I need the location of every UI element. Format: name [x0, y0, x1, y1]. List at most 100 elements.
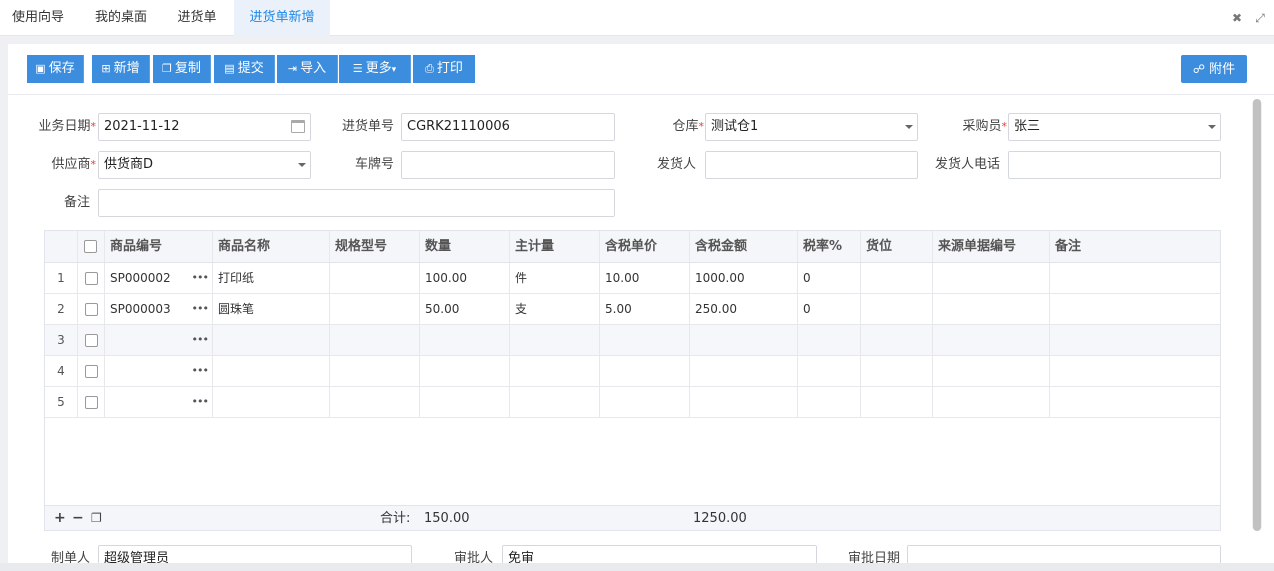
remove-row-icon[interactable]: − [72, 506, 84, 531]
cell-unit[interactable] [510, 387, 600, 418]
select-all-checkbox[interactable] [78, 231, 105, 263]
cell-tax[interactable]: 0 [798, 263, 861, 294]
row-checkbox-cell[interactable] [78, 294, 105, 325]
col-tax[interactable]: 税率% [798, 231, 861, 263]
row-checkbox[interactable] [85, 396, 98, 409]
tab-desktop[interactable]: 我的桌面 [80, 0, 162, 36]
shipper-phone-input[interactable] [1008, 151, 1221, 179]
print-button[interactable]: ⎙ 打印 [413, 55, 475, 83]
col-remark[interactable]: 备注 [1050, 231, 1220, 263]
calendar-icon[interactable] [291, 120, 305, 133]
cell-remark[interactable] [1050, 387, 1220, 418]
cell-location[interactable] [861, 294, 933, 325]
cell-unit[interactable] [510, 356, 600, 387]
close-tab-icon[interactable]: ✖ [1231, 12, 1243, 24]
cell-price[interactable]: 5.00 [600, 294, 690, 325]
row-checkbox-cell[interactable] [78, 356, 105, 387]
buyer-select[interactable]: 张三 [1008, 113, 1221, 141]
fullscreen-icon[interactable]: ⤢ [1254, 12, 1266, 24]
col-name[interactable]: 商品名称 [213, 231, 330, 263]
cell-amount[interactable]: 1000.00 [690, 263, 798, 294]
biz-date-input[interactable]: 2021-11-12 [98, 113, 311, 141]
col-unit[interactable]: 主计量 [510, 231, 600, 263]
cell-spec[interactable] [330, 356, 420, 387]
cell-code[interactable]: SP000002 ••• [105, 263, 213, 294]
col-amount[interactable]: 含税金额 [690, 231, 798, 263]
save-button[interactable]: ▣ 保存 [27, 55, 84, 83]
lookup-ellipsis-icon[interactable]: ••• [192, 387, 209, 417]
lookup-ellipsis-icon[interactable]: ••• [192, 263, 209, 293]
shipper-input[interactable] [705, 151, 918, 179]
submit-button[interactable]: ▤ 提交 [214, 55, 275, 83]
attachment-button[interactable]: ☍ 附件 [1181, 55, 1247, 83]
row-checkbox-cell[interactable] [78, 387, 105, 418]
cell-source[interactable] [933, 294, 1050, 325]
import-button[interactable]: ⇥ 导入 [277, 55, 338, 83]
tab-purchase-list[interactable]: 进货单 [166, 0, 228, 36]
cell-remark[interactable] [1050, 356, 1220, 387]
vertical-scrollbar[interactable] [1252, 99, 1262, 531]
lookup-ellipsis-icon[interactable]: ••• [192, 294, 209, 324]
col-location[interactable]: 货位 [861, 231, 933, 263]
row-checkbox[interactable] [85, 334, 98, 347]
cell-source[interactable] [933, 325, 1050, 356]
cell-price[interactable]: 10.00 [600, 263, 690, 294]
col-price[interactable]: 含税单价 [600, 231, 690, 263]
col-code[interactable]: 商品编号 [105, 231, 213, 263]
tab-guide[interactable]: 使用向导 [0, 0, 76, 36]
supplier-select[interactable]: 供货商D [98, 151, 311, 179]
cell-location[interactable] [861, 325, 933, 356]
tab-purchase-new[interactable]: 进货单新增 [234, 0, 330, 36]
cell-location[interactable] [861, 387, 933, 418]
more-dropdown-button[interactable]: ☰ 更多▾ [339, 55, 411, 83]
cell-unit[interactable] [510, 325, 600, 356]
cell-spec[interactable] [330, 325, 420, 356]
cell-location[interactable] [861, 356, 933, 387]
lookup-ellipsis-icon[interactable]: ••• [192, 325, 209, 355]
cell-location[interactable] [861, 263, 933, 294]
row-checkbox[interactable] [85, 272, 98, 285]
col-qty[interactable]: 数量 [420, 231, 510, 263]
cell-tax[interactable] [798, 356, 861, 387]
cell-source[interactable] [933, 356, 1050, 387]
cell-amount[interactable] [690, 387, 798, 418]
warehouse-select[interactable]: 测试仓1 [705, 113, 918, 141]
cell-tax[interactable] [798, 387, 861, 418]
lookup-ellipsis-icon[interactable]: ••• [192, 356, 209, 386]
remark-input[interactable] [98, 189, 615, 217]
cell-remark[interactable] [1050, 294, 1220, 325]
add-button[interactable]: ⊞ 新增 [92, 55, 150, 83]
cell-qty[interactable] [420, 325, 510, 356]
cell-spec[interactable] [330, 387, 420, 418]
cell-remark[interactable] [1050, 263, 1220, 294]
plate-input[interactable] [401, 151, 615, 179]
cell-code[interactable]: ••• [105, 325, 213, 356]
cell-spec[interactable] [330, 294, 420, 325]
cell-qty[interactable]: 100.00 [420, 263, 510, 294]
row-checkbox-cell[interactable] [78, 325, 105, 356]
cell-source[interactable] [933, 263, 1050, 294]
cell-code[interactable]: SP000003 ••• [105, 294, 213, 325]
cell-qty[interactable] [420, 356, 510, 387]
col-source[interactable]: 来源单据编号 [933, 231, 1050, 263]
add-row-icon[interactable]: + [54, 506, 66, 531]
cell-unit[interactable]: 支 [510, 294, 600, 325]
cell-name[interactable] [213, 356, 330, 387]
scrollbar-thumb[interactable] [1253, 99, 1261, 531]
cell-price[interactable] [600, 356, 690, 387]
cell-code[interactable]: ••• [105, 387, 213, 418]
cell-price[interactable] [600, 325, 690, 356]
cell-qty[interactable]: 50.00 [420, 294, 510, 325]
cell-amount[interactable] [690, 325, 798, 356]
cell-amount[interactable] [690, 356, 798, 387]
cell-remark[interactable] [1050, 325, 1220, 356]
cell-name[interactable] [213, 325, 330, 356]
row-checkbox[interactable] [85, 365, 98, 378]
cell-code[interactable]: ••• [105, 356, 213, 387]
col-spec[interactable]: 规格型号 [330, 231, 420, 263]
cell-amount[interactable]: 250.00 [690, 294, 798, 325]
cell-tax[interactable]: 0 [798, 294, 861, 325]
cell-price[interactable] [600, 387, 690, 418]
row-checkbox-cell[interactable] [78, 263, 105, 294]
order-no-input[interactable]: CGRK21110006 [401, 113, 615, 141]
